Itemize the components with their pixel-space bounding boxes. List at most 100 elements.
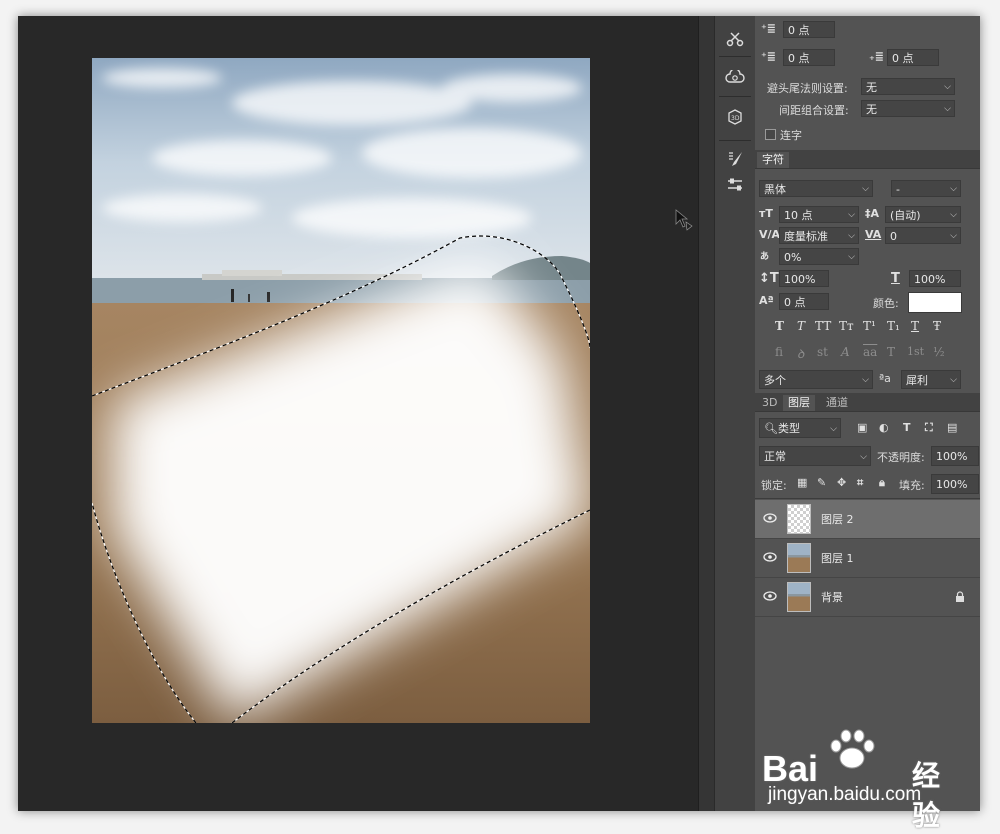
font-size-icon: ᴛT (759, 207, 773, 220)
lock-artboard-icon[interactable]: ⌗ (857, 476, 863, 490)
baidu-jingyan-watermark: Bai 经验 jingyan.baidu.com (762, 728, 962, 832)
baseline-shift-field[interactable]: 0 点 (779, 293, 829, 310)
horizontal-scale-field[interactable]: 100% (909, 270, 961, 287)
antialias-label: ªa (879, 372, 891, 385)
underline-button[interactable]: T (911, 319, 919, 333)
tab-character[interactable]: 字符 (757, 152, 789, 168)
leading-icon: ‡A (865, 207, 880, 220)
antialias-select[interactable]: 犀利 ⌵ (901, 370, 961, 389)
mojikumi-select[interactable]: 无 ⌵ (861, 100, 955, 117)
tsume-field[interactable]: 0% ⌵ (779, 248, 859, 265)
fractions-button[interactable]: ½ (933, 345, 945, 359)
3d-icon[interactable]: 3D (721, 104, 749, 130)
ligatures-button[interactable]: fi (775, 345, 783, 359)
font-style-select[interactable]: - ⌵ (891, 180, 961, 197)
adjustment-filter-icon[interactable]: ◐ (879, 421, 889, 434)
layer-row-layer2[interactable]: 图层 2 (755, 500, 980, 539)
indent-first-line-icon: ⁺≣ (761, 22, 777, 35)
lock-all-icon[interactable]: 🔒︎ (879, 476, 885, 490)
image-filter-icon[interactable]: ▣ (857, 421, 867, 434)
fill-field[interactable]: 100% (931, 474, 979, 494)
type-filter-icon[interactable]: T (903, 421, 911, 434)
old-style-button[interactable]: ꝺ (797, 345, 804, 362)
strikethrough-button[interactable]: Ŧ (933, 319, 941, 333)
layers-tabbar: 3D 图层 通道 (755, 393, 980, 412)
tracking-icon: VA (865, 228, 882, 241)
baidu-paw-logo (830, 729, 875, 769)
layer-filter-select[interactable]: 🔍︎类型 ⌵ (759, 418, 841, 438)
faux-italic-button[interactable]: T (797, 319, 805, 333)
lock-icon (956, 591, 964, 602)
tracking-field[interactable]: 0 ⌵ (885, 227, 961, 244)
blend-mode-select[interactable]: 正常 ⌵ (759, 446, 871, 466)
document-image[interactable] (92, 58, 590, 723)
shape-filter-icon[interactable]: ⛶ (925, 421, 933, 435)
creative-cloud-icon[interactable] (721, 64, 749, 90)
ordinals-button[interactable]: 1st (907, 345, 924, 358)
layer-thumbnail (787, 543, 811, 573)
layer-name[interactable]: 背景 (821, 589, 843, 605)
sliders-icon[interactable] (721, 172, 749, 198)
subscript-button[interactable]: T₁ (887, 319, 900, 333)
kerning-field[interactable]: 度量标准 ⌵ (779, 227, 859, 244)
stylistic-alternates-button[interactable]: aa (863, 345, 877, 359)
cursor-icon (675, 209, 693, 231)
eye-icon[interactable] (763, 590, 777, 602)
fill-label: 填充: (899, 479, 925, 492)
opacity-field[interactable]: 100% (931, 446, 979, 466)
scissors-icon[interactable] (721, 26, 749, 52)
layer-name[interactable]: 图层 1 (821, 550, 854, 566)
small-caps-button[interactable]: Tт (839, 319, 854, 333)
eye-icon[interactable] (763, 551, 777, 563)
photoshop-window: 3D ⁺≣ 0 点 ⁺≣ 0 点 ₊≣ 0 点 避头尾法则设置: 无 ⌵ 间距组合… (18, 16, 980, 811)
layer-thumbnail (787, 582, 811, 612)
layer-thumbnail (787, 504, 811, 534)
eye-icon[interactable] (763, 512, 777, 524)
color-label: 颜色: (873, 297, 899, 310)
vertical-scale-icon: ↕T (759, 271, 779, 286)
font-size-field[interactable]: 10 点 ⌵ (779, 206, 859, 223)
space-before-field[interactable]: 0 点 (783, 49, 835, 66)
swash-button[interactable]: A (841, 345, 850, 359)
opacity-label: 不透明度: (877, 451, 925, 464)
indent-first-line-field[interactable]: 0 点 (783, 21, 835, 38)
tab-layers[interactable]: 图层 (783, 395, 815, 411)
hyphenate-checkbox[interactable] (765, 129, 776, 140)
character-tabbar: 字符 (755, 150, 980, 169)
space-after-icon: ₊≣ (869, 50, 885, 63)
layer-row-layer1[interactable]: 图层 1 (755, 539, 980, 578)
leading-field[interactable]: (自动) ⌵ (885, 206, 961, 223)
brush-settings-icon[interactable] (721, 146, 749, 172)
watermark-url: jingyan.baidu.com (768, 784, 922, 805)
layer-row-background[interactable]: 背景 (755, 578, 980, 617)
color-swatch[interactable] (908, 292, 962, 313)
smart-object-filter-icon[interactable]: ▤ (947, 421, 957, 434)
collapsed-panels-bar: 3D (714, 16, 756, 811)
kerning-icon: V/A (759, 228, 781, 241)
kinsoku-label: 避头尾法则设置: (767, 82, 848, 95)
lock-pixels-icon[interactable]: ✎ (817, 476, 826, 489)
mojikumi-label: 间距组合设置: (779, 104, 849, 117)
tab-3d[interactable]: 3D (757, 395, 782, 411)
language-select[interactable]: 多个 ⌵ (759, 370, 873, 389)
properties-panel: ⁺≣ 0 点 ⁺≣ 0 点 ₊≣ 0 点 避头尾法则设置: 无 ⌵ 间距组合设置:… (755, 16, 980, 811)
tsume-icon: あ (760, 252, 770, 262)
font-family-select[interactable]: 黑体 ⌵ (759, 180, 873, 197)
lock-transparent-icon[interactable]: ▦ (797, 476, 807, 489)
lock-position-icon[interactable]: ✥ (837, 476, 846, 489)
canvas-area[interactable] (18, 16, 698, 811)
faux-bold-button[interactable]: T (775, 319, 784, 333)
discretionary-ligatures-button[interactable]: st (817, 345, 828, 359)
search-icon: 🔍︎ (764, 422, 778, 435)
vertical-scale-field[interactable]: 100% (779, 270, 829, 287)
svg-text:3D: 3D (731, 115, 740, 122)
kinsoku-select[interactable]: 无 ⌵ (861, 78, 955, 95)
tab-channels[interactable]: 通道 (821, 395, 853, 411)
horizontal-scale-icon: T (891, 271, 900, 286)
all-caps-button[interactable]: TT (815, 319, 831, 333)
superscript-button[interactable]: T¹ (863, 319, 876, 333)
space-after-field[interactable]: 0 点 (887, 49, 939, 66)
titling-alternates-button[interactable]: T (887, 345, 895, 359)
baseline-shift-icon: Aª (759, 294, 774, 307)
layer-name[interactable]: 图层 2 (821, 511, 854, 527)
